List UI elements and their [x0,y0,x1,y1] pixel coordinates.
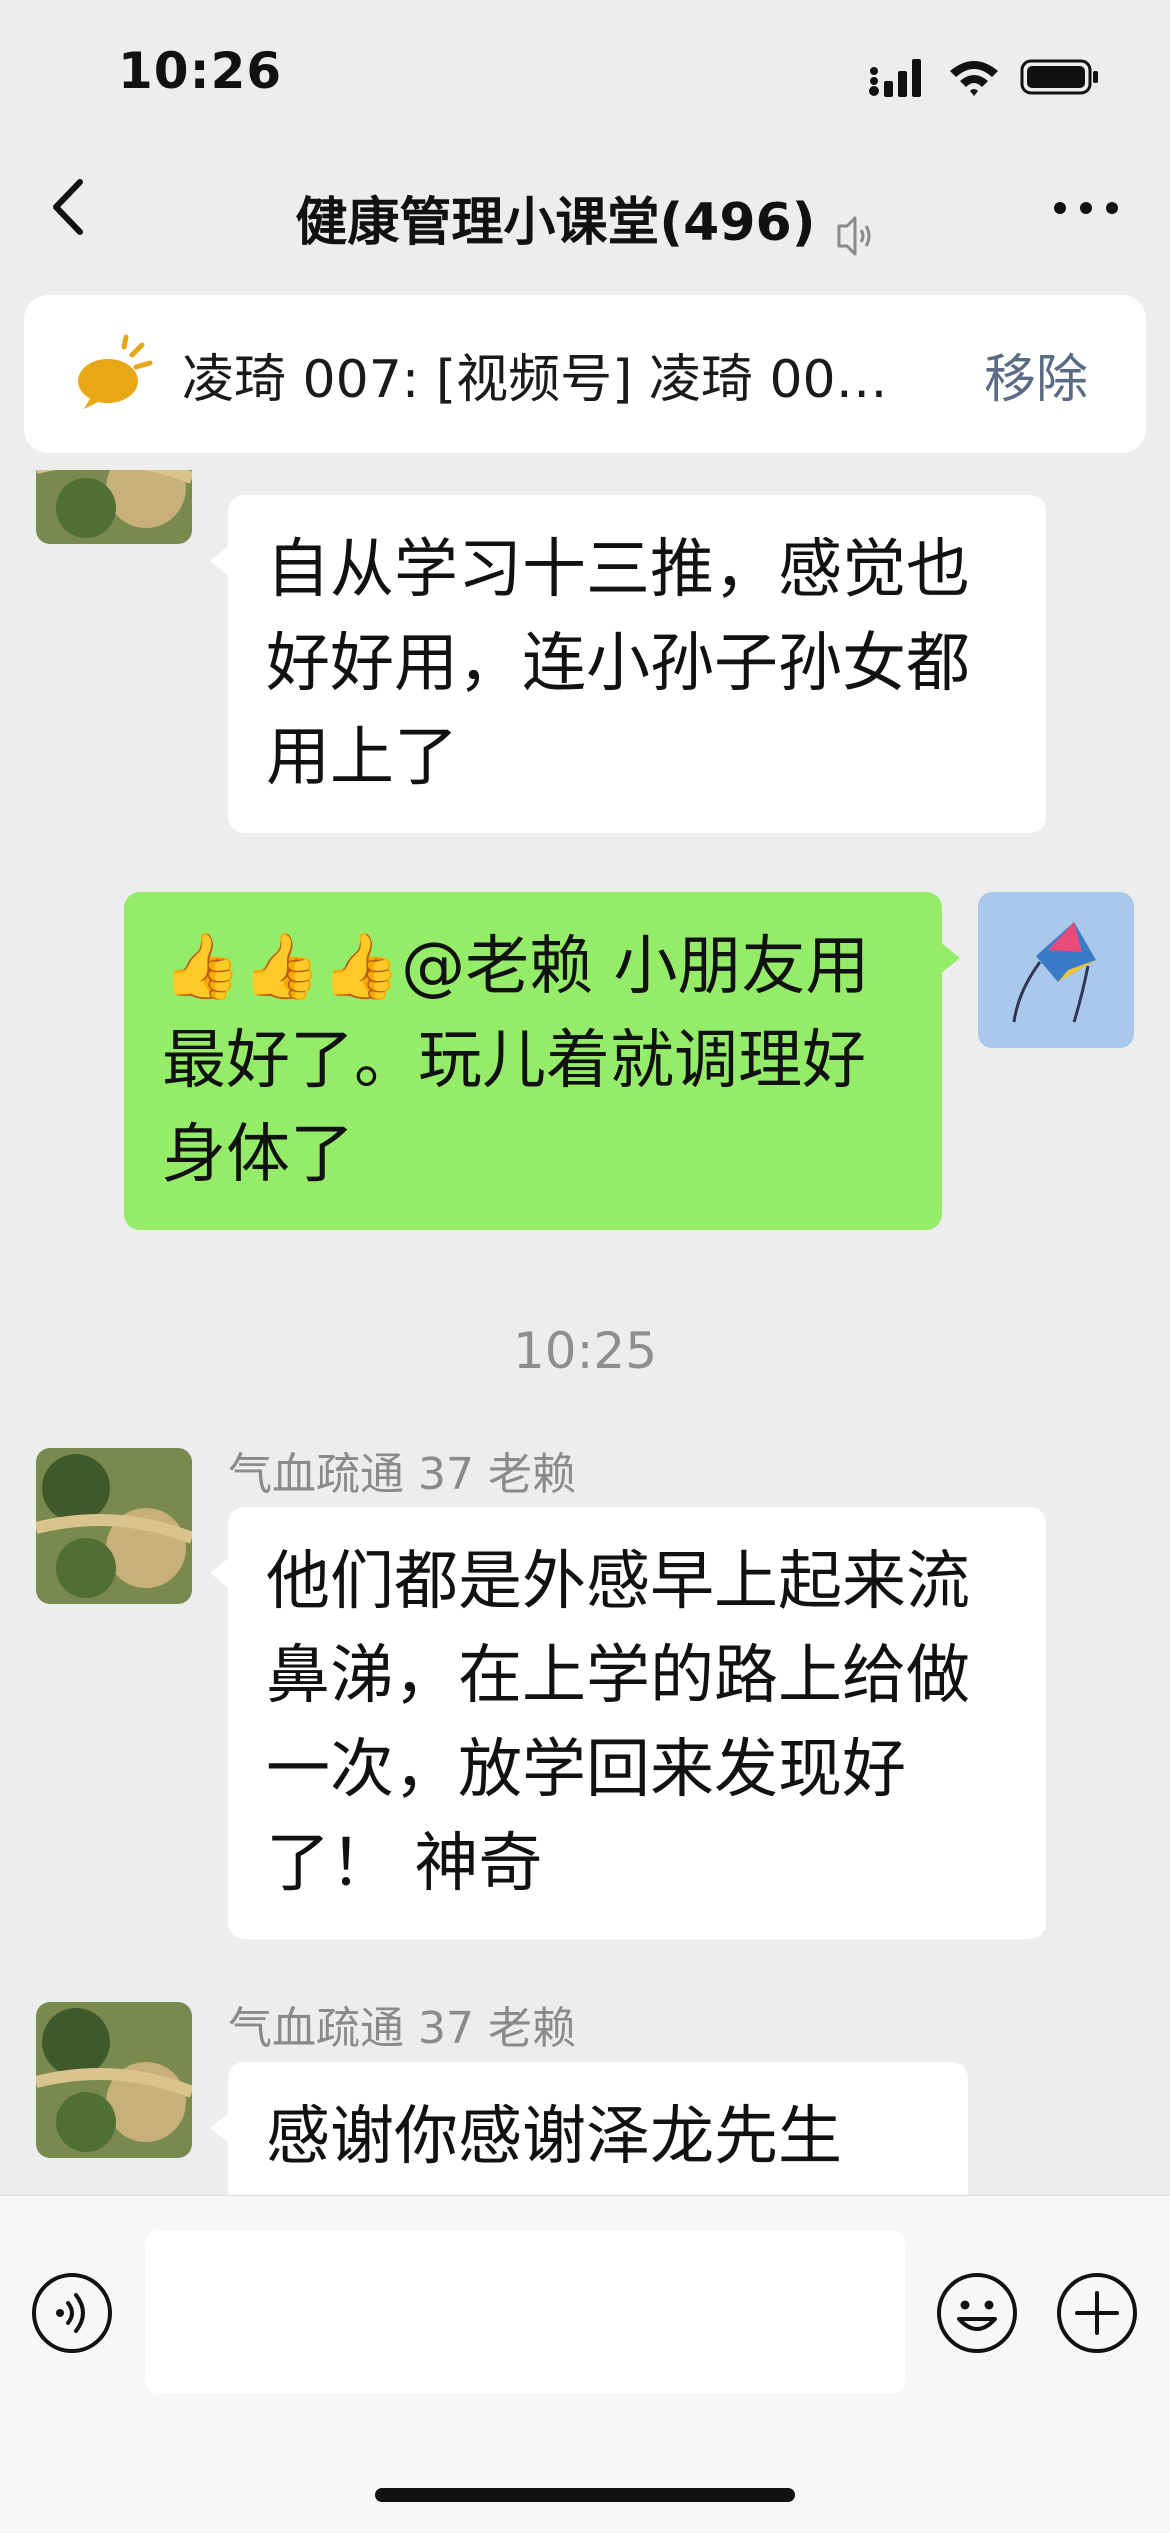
message-list[interactable]: 自从学习十三推，感觉也好好用，连小孙子孙女都用上了 👍👍👍@老赖 小朋友用最好了… [0,470,1170,2195]
plus-icon[interactable] [1055,2271,1139,2355]
pin-speaker-icon [78,334,153,409]
own-avatar[interactable] [978,892,1134,1048]
pinned-remove-button[interactable]: 移除 [984,337,1088,412]
more-icon[interactable] [1054,202,1118,214]
battery-icon [1020,59,1098,95]
cellular-signal-icon [869,59,921,97]
sender-avatar[interactable] [36,2002,192,2158]
message-input[interactable] [145,2231,905,2393]
sender-name: 气血疏通 37 老赖 [228,2003,576,2054]
chat-header: 健康管理小课堂(496) [0,150,1170,265]
voice-icon[interactable] [30,2271,114,2355]
chat-title[interactable]: 健康管理小课堂(496) [295,193,815,253]
sender-avatar[interactable] [36,470,192,544]
wifi-icon [950,61,998,96]
pinned-message-banner[interactable]: 凌琦 007: [视频号] 凌琦 00… 移除 [24,295,1146,453]
status-icons [868,52,1100,102]
message-timestamp: 10:25 [512,1322,658,1380]
mute-icon [837,216,871,255]
input-bar [0,2195,1170,2533]
own-message-bubble[interactable]: 👍👍👍@老赖 小朋友用最好了。玩儿着就调理好身体了 [124,892,960,1230]
pinned-message-text: 凌琦 007: [视频号] 凌琦 00… [182,350,888,410]
thumbs-up-icon: 👍👍👍 [162,930,402,1004]
status-bar: 10:26 [0,0,1170,150]
message-bubble[interactable]: 自从学习十三推，感觉也好好用，连小孙子孙女都用上了 [210,495,1046,833]
message-bubble[interactable]: 他们都是外感早上起来流鼻涕，在上学的路上给做一次，放学回来发现好了！ 神奇 [210,1507,1046,1939]
sender-avatar[interactable] [36,1448,192,1604]
sender-name: 气血疏通 37 老赖 [228,1449,576,1500]
emoji-icon[interactable] [935,2271,1019,2355]
status-time: 10:26 [118,42,283,100]
home-indicator [375,2488,795,2502]
chat-title-wrap: 健康管理小课堂(496) [0,180,1170,258]
message-bubble[interactable]: 感谢你感谢泽龙先生 [210,2062,968,2195]
